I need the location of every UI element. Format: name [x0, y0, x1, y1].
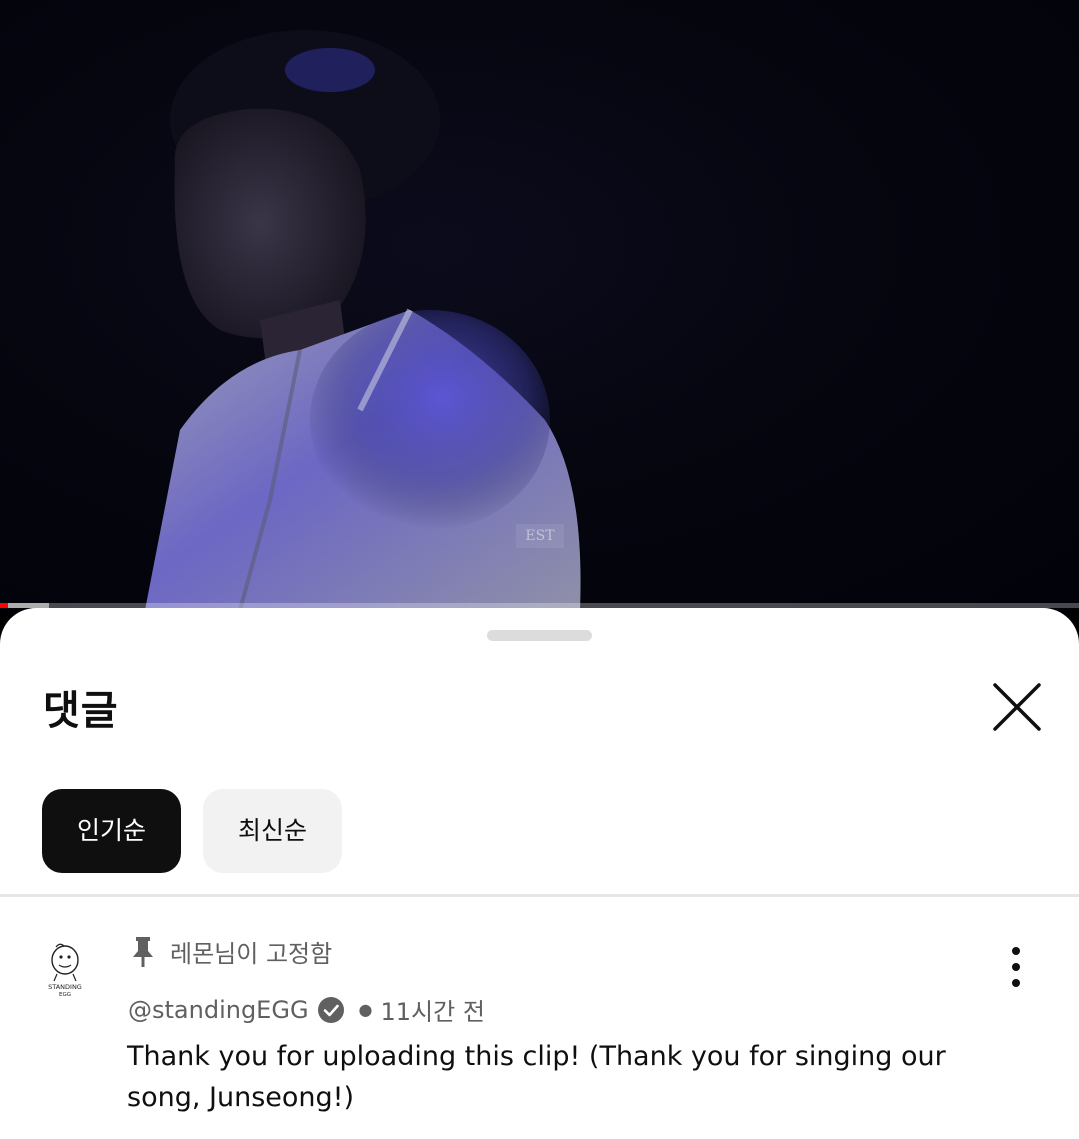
- pinned-label: 레몬님이 고정함: [170, 940, 333, 968]
- comment-time: 11시간 전: [380, 998, 485, 1026]
- video-player[interactable]: EST: [0, 0, 1079, 610]
- sort-chip-popular[interactable]: 인기순: [42, 789, 181, 873]
- close-icon: [993, 683, 1041, 731]
- video-watermark: EST: [516, 524, 564, 548]
- avatar-text-1: STANDING: [48, 983, 82, 991]
- sort-chips: 인기순 최신순: [42, 789, 342, 873]
- pin-icon: [133, 936, 153, 967]
- comments-sheet: 댓글 인기순 최신순 STANDING EGG 레몬님이 고정함 @standi…: [0, 608, 1079, 1139]
- separator-dot: ●: [358, 1000, 373, 1019]
- sheet-title: 댓글: [43, 688, 119, 734]
- video-frame: [145, 30, 581, 610]
- avatar[interactable]: STANDING EGG: [42, 938, 88, 998]
- sheet-drag-handle[interactable]: [487, 630, 592, 641]
- avatar-text-2: EGG: [59, 992, 71, 998]
- sort-chip-newest[interactable]: 최신순: [203, 789, 342, 873]
- verified-check-icon: [317, 996, 344, 1023]
- comment-more-button[interactable]: [1000, 944, 1032, 990]
- more-vert-icon: [1012, 947, 1020, 987]
- comment-author[interactable]: @standingEGG: [128, 996, 309, 1024]
- comment-text: Thank you for uploading this clip! (Than…: [127, 1041, 946, 1113]
- comment-item[interactable]: STANDING EGG 레몬님이 고정함 @standingEGG ● 11시…: [0, 898, 1079, 1139]
- progress-played: [0, 603, 8, 608]
- divider: [0, 894, 1079, 897]
- comment-author-line: @standingEGG ● 11시간 전: [128, 992, 485, 1027]
- pinned-indicator: 레몬님이 고정함: [130, 934, 332, 969]
- close-button[interactable]: [988, 678, 1046, 736]
